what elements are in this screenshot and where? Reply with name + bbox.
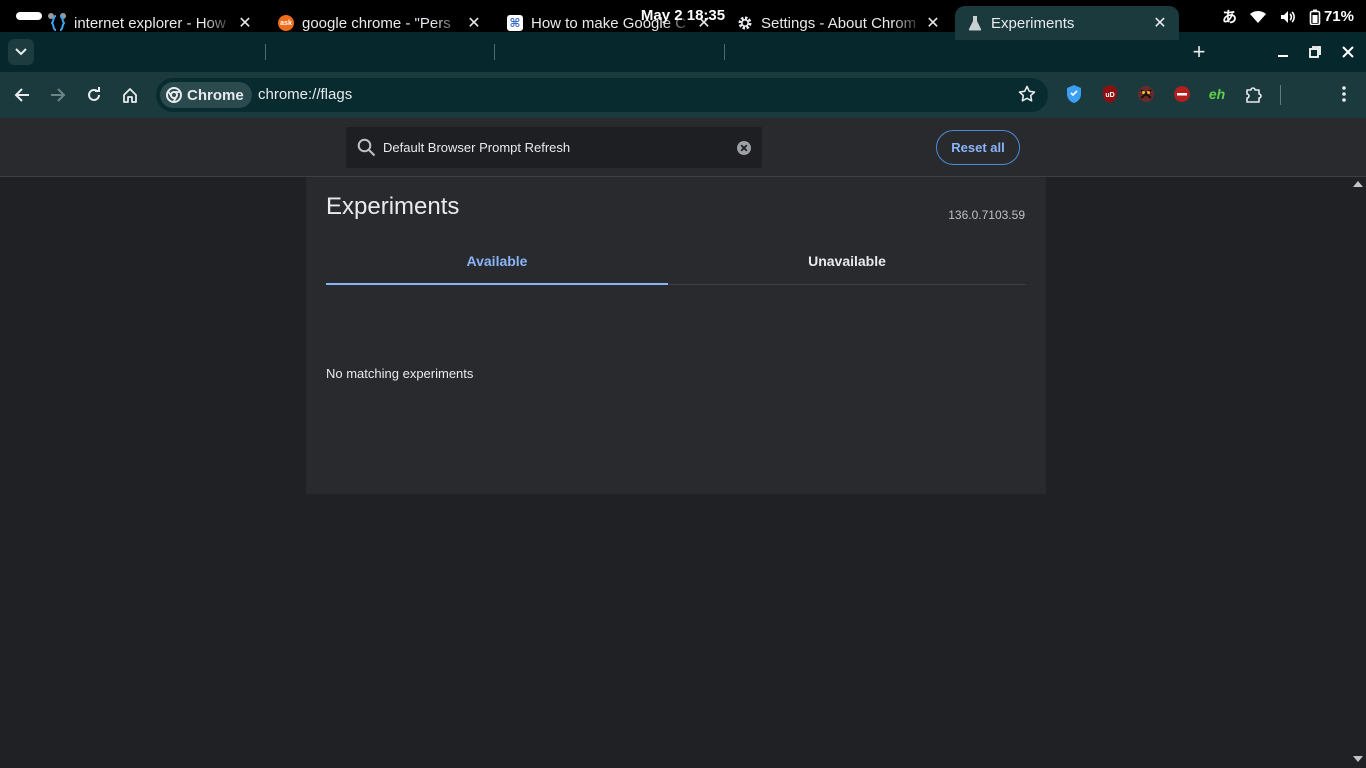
close-tab-icon[interactable]: ✕ (236, 13, 254, 33)
flags-search-box[interactable] (346, 127, 762, 168)
battery-percent: 71% (1323, 8, 1354, 25)
bracket-favicon (50, 15, 66, 31)
address-bar[interactable]: Chrome chrome://flags (156, 78, 1048, 112)
gear-icon (737, 15, 753, 31)
chrome-menu-button[interactable] (1334, 84, 1354, 104)
back-button[interactable] (11, 84, 33, 106)
scroll-up-arrow-icon[interactable] (1353, 181, 1363, 187)
site-info-label: Chrome (187, 86, 244, 104)
shield-extension-icon[interactable] (1064, 84, 1084, 104)
wifi-icon (1249, 9, 1267, 25)
tab-available[interactable]: Available (326, 245, 668, 285)
page-title: Experiments (326, 193, 460, 220)
ask-favicon: ask (278, 15, 294, 31)
empty-message: No matching experiments (326, 366, 474, 381)
tab-separator (724, 44, 725, 60)
battery-icon (1309, 9, 1321, 25)
ublock-extension-icon[interactable]: uD (1100, 84, 1120, 104)
tab-separator (494, 44, 495, 60)
experiments-panel: Experiments 136.0.7103.59 Available Unav… (306, 177, 1046, 494)
close-tab-icon[interactable]: ✕ (695, 13, 713, 33)
tab-unavailable[interactable]: Unavailable (668, 245, 1026, 285)
new-tab-button[interactable]: + (1188, 40, 1210, 64)
arrow-left-icon (14, 88, 29, 102)
minimize-button[interactable] (1273, 42, 1293, 62)
more-vertical-icon (1342, 86, 1346, 102)
flags-search-input[interactable] (383, 137, 723, 157)
reload-button[interactable] (83, 84, 105, 106)
close-tab-icon[interactable]: ✕ (1151, 13, 1169, 33)
reset-all-button[interactable]: Reset all (936, 130, 1020, 165)
restore-button[interactable] (1305, 42, 1325, 62)
tab-title: Experiments (991, 14, 1075, 32)
clear-search-icon[interactable] (736, 140, 752, 156)
tab-separator (265, 44, 266, 60)
chevron-down-icon (15, 48, 27, 56)
tab-settings-about-chrome[interactable]: Settings - About Chrom ✕ (725, 6, 952, 40)
toolbar-separator (1280, 85, 1281, 105)
tab-title: internet explorer - How (74, 14, 226, 32)
tab-internet-explorer[interactable]: internet explorer - How ✕ (38, 6, 264, 40)
ublock-label: uD (1105, 92, 1114, 99)
url-text[interactable]: chrome://flags (258, 86, 352, 103)
battery-indicator: 71% (1309, 8, 1354, 25)
restore-icon (1309, 46, 1321, 58)
browser-toolbar: Chrome chrome://flags uD eh (0, 72, 1366, 118)
bookmark-star-icon[interactable] (1018, 85, 1036, 108)
home-icon (123, 88, 137, 103)
ask-favicon-label: ask (278, 15, 294, 31)
site-info-chip[interactable]: Chrome (160, 82, 252, 108)
page-scrollbar[interactable] (1350, 177, 1366, 768)
close-tab-icon[interactable]: ✕ (924, 13, 942, 33)
tab-title: How to make Google C (531, 14, 687, 32)
system-tray[interactable]: あ 71% (1222, 6, 1354, 27)
tab-title: google chrome - "Pers (302, 14, 451, 32)
ime-indicator[interactable]: あ (1222, 6, 1237, 27)
reload-icon (88, 87, 100, 101)
forward-button[interactable] (47, 84, 69, 106)
close-tab-icon[interactable]: ✕ (465, 13, 483, 33)
version-label: 136.0.7103.59 (948, 208, 1025, 222)
tab-search-button[interactable] (8, 39, 34, 65)
tab-google-chrome[interactable]: ask google chrome - "Pers ✕ (266, 6, 493, 40)
flags-header: Reset all (0, 118, 1366, 177)
search-icon (357, 138, 376, 157)
home-button[interactable] (119, 84, 141, 106)
arrow-right-icon (51, 88, 66, 102)
close-window-button[interactable] (1338, 42, 1358, 62)
chrome-icon (166, 87, 182, 103)
tab-title: Settings - About Chrom (761, 14, 917, 32)
puzzle-extensions-icon[interactable] (1244, 84, 1264, 104)
privacy-extension-icon[interactable] (1136, 84, 1156, 104)
eh-extension-icon[interactable]: eh (1207, 84, 1227, 104)
flask-icon (967, 15, 983, 31)
blocker-extension-icon[interactable] (1172, 84, 1192, 104)
scroll-down-arrow-icon[interactable] (1353, 756, 1363, 762)
volume-icon (1279, 9, 1297, 25)
minimize-icon (1278, 55, 1288, 57)
tab-how-to-make-google[interactable]: ⌘ How to make Google C ✕ (495, 6, 723, 40)
close-icon (1342, 46, 1354, 58)
tab-experiments[interactable]: Experiments ✕ (955, 6, 1179, 40)
command-favicon: ⌘ (507, 15, 523, 31)
